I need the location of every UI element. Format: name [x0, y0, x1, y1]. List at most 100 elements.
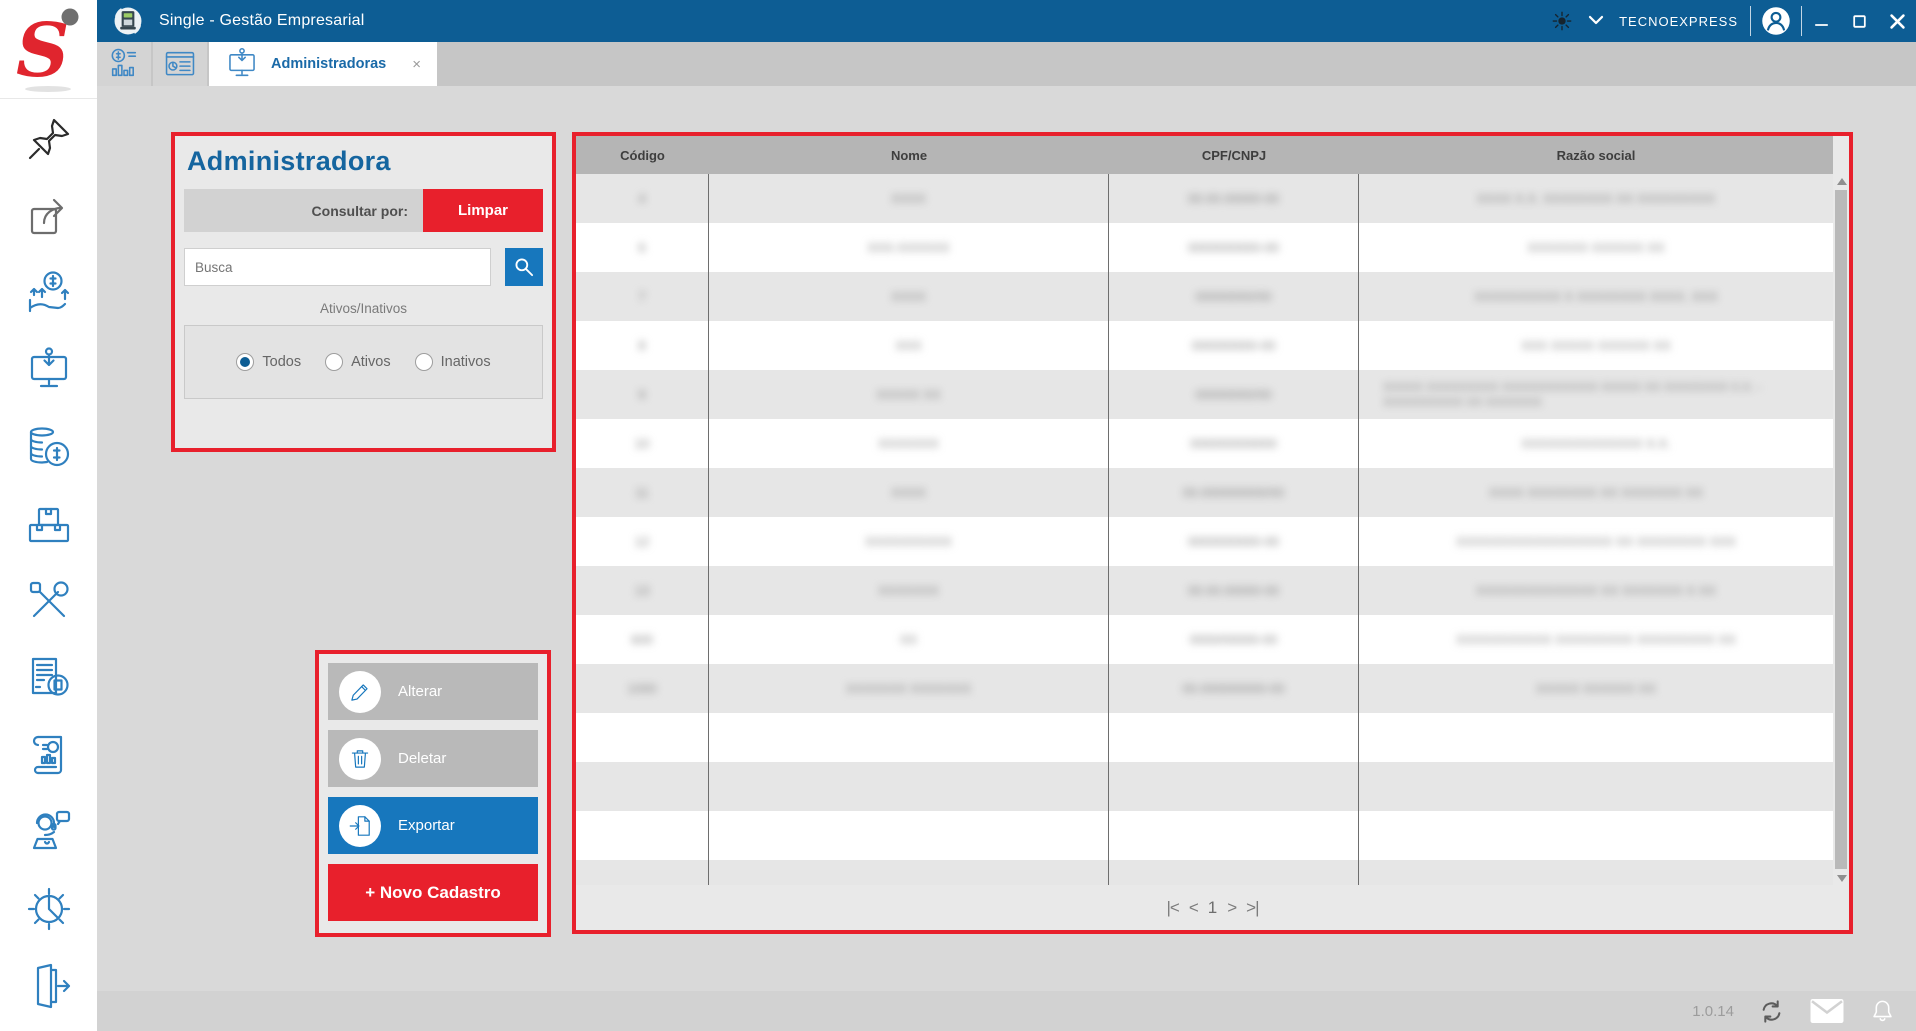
- app-version: 1.0.14: [1692, 1003, 1734, 1020]
- tab-bar: Administradoras ×: [97, 42, 1916, 86]
- invoice-icon: [25, 654, 73, 702]
- radio-label: Inativos: [441, 354, 491, 370]
- deletar-button[interactable]: Deletar: [328, 730, 538, 787]
- current-page-button[interactable]: 1: [1208, 898, 1217, 918]
- tab-coin-chart[interactable]: [97, 42, 151, 86]
- table-row[interactable]: 6 XXX-XXXXXX 0000000000-00 XXXXXXX XXXXX…: [576, 223, 1833, 272]
- novo-cadastro-button[interactable]: + Novo Cadastro: [328, 864, 538, 921]
- chevron-down-icon[interactable]: [1587, 14, 1605, 28]
- table-row[interactable]: 10 XXXXXXX 000000000000 XXXXXXXXXXXXXX X…: [576, 419, 1833, 468]
- scroll-down-icon[interactable]: [1834, 871, 1849, 885]
- radio-dot: [325, 353, 343, 371]
- column-header: Nome: [709, 136, 1109, 174]
- empty-row: [576, 811, 1833, 860]
- sidebar-item-gear-pie[interactable]: [25, 885, 73, 933]
- radio-dot: [236, 353, 254, 371]
- minimize-button[interactable]: [1802, 0, 1840, 42]
- empty-row: [576, 860, 1833, 885]
- table-row[interactable]: 600 XX 0000/00000-00 XXXXXXXXXXX XXXXXXX…: [576, 615, 1833, 664]
- table-row[interactable]: 9 XXXXX XX 00000000/00 XXXXX XXXXXXXXX X…: [576, 370, 1833, 419]
- table-scrollbar[interactable]: [1834, 174, 1849, 885]
- user-avatar[interactable]: [1761, 6, 1791, 36]
- app-icon: [111, 4, 145, 38]
- svg-text:S: S: [16, 8, 69, 94]
- monitor-user-icon: [25, 346, 73, 394]
- next-page-button[interactable]: >: [1227, 898, 1236, 918]
- sidebar-item-monitor-user[interactable]: [25, 346, 73, 394]
- table-row[interactable]: 7 XXXX 00000000/00 XXXXXXXXXX X XXXXXXXX…: [576, 272, 1833, 321]
- sidebar-item-money-hand[interactable]: [25, 269, 73, 317]
- consult-bar: Consultar por: Limpar: [184, 189, 543, 232]
- tab-label: Administradoras: [271, 56, 386, 72]
- radio-label: Todos: [262, 354, 301, 370]
- company-name: TECNOEXPRESS: [1619, 14, 1738, 29]
- page-title: Administradora: [187, 146, 543, 177]
- gear-pie-icon: [25, 885, 73, 933]
- theme-sun-icon[interactable]: [1551, 10, 1573, 32]
- table-row[interactable]: 13 XXXXXXX 00.00.00000-00 XXXXXXXXXXXXXX…: [576, 566, 1833, 615]
- support-icon: [25, 808, 73, 856]
- search-icon: [511, 254, 537, 280]
- refresh-icon[interactable]: [1758, 998, 1785, 1025]
- exportar-button[interactable]: Exportar: [328, 797, 538, 854]
- mail-icon[interactable]: [1809, 996, 1845, 1026]
- prev-page-button[interactable]: <: [1189, 898, 1198, 918]
- actions-panel: Alterar Deletar Exportar + Novo Cadastro: [315, 650, 551, 937]
- table-row[interactable]: 4 XXXX 00.00.00000-00 XXXX X.X. XXXXXXXX…: [576, 174, 1833, 223]
- action-label: Deletar: [398, 750, 446, 767]
- monitor-user-icon: [225, 47, 259, 81]
- empty-row: [576, 713, 1833, 762]
- trash-icon: [339, 738, 381, 780]
- limpar-button[interactable]: Limpar: [423, 189, 543, 232]
- coin-chart-icon: [107, 47, 141, 81]
- logout-icon: [25, 962, 73, 1010]
- pagination: |< <1 > >|: [576, 885, 1849, 930]
- list-card-icon: [163, 47, 197, 81]
- sidebar-item-support[interactable]: [25, 808, 73, 856]
- sidebar-item-report[interactable]: [25, 731, 73, 779]
- radio-todos[interactable]: Todos: [236, 353, 301, 371]
- status-group-label: Ativos/Inativos: [184, 301, 543, 316]
- first-page-button[interactable]: |<: [1166, 898, 1178, 918]
- share-icon: [25, 192, 73, 240]
- tools-icon: [25, 577, 73, 625]
- close-button[interactable]: [1878, 0, 1916, 42]
- tab-active[interactable]: Administradoras ×: [209, 42, 437, 86]
- bell-icon[interactable]: [1869, 998, 1896, 1025]
- sidebar-item-share[interactable]: [25, 192, 73, 240]
- column-header: CPF/CNPJ: [1109, 136, 1359, 174]
- single-logo: S: [0, 0, 97, 99]
- tab-list-card[interactable]: [153, 42, 207, 86]
- titlebar-divider: [1750, 6, 1751, 36]
- sidebar-item-pin[interactable]: [25, 115, 73, 163]
- app-window: Single - Gestão Empresarial TECNOEXPRESS: [0, 0, 1916, 1031]
- footer-bar: 1.0.14: [97, 991, 1916, 1031]
- sidebar-item-coins[interactable]: [25, 423, 73, 471]
- scroll-up-icon[interactable]: [1834, 174, 1849, 188]
- sidebar-item-tools[interactable]: [25, 577, 73, 625]
- tab-close-icon[interactable]: ×: [412, 56, 421, 73]
- money-hand-icon: [25, 269, 73, 317]
- title-bar: Single - Gestão Empresarial TECNOEXPRESS: [97, 0, 1916, 42]
- filter-panel: Administradora Consultar por: Limpar Ati…: [171, 132, 556, 452]
- radio-inativos[interactable]: Inativos: [415, 353, 491, 371]
- scrollbar-thumb[interactable]: [1835, 190, 1847, 869]
- pin-icon: [25, 115, 73, 163]
- table-row[interactable]: 11 XXXX 00.000000000/00 XXXX XXXXXXXX XX…: [576, 468, 1833, 517]
- table-row[interactable]: 8 XXX 000000000-00 XXX XXXXX XXXXXX XX: [576, 321, 1833, 370]
- action-label: Exportar: [398, 817, 455, 834]
- table-body: 4 XXXX 00.00.00000-00 XXXX X.X. XXXXXXXX…: [576, 174, 1833, 885]
- status-radio-group: Todos Ativos Inativos: [184, 325, 543, 399]
- sidebar-item-logout[interactable]: [25, 962, 73, 1010]
- maximize-button[interactable]: [1840, 0, 1878, 42]
- search-input[interactable]: [184, 248, 491, 286]
- radio-ativos[interactable]: Ativos: [325, 353, 391, 371]
- alterar-button[interactable]: Alterar: [328, 663, 538, 720]
- report-icon: [25, 731, 73, 779]
- table-row[interactable]: 1000 XXXXXXX XXXXXXX 00.000000000-00 XXX…: [576, 664, 1833, 713]
- last-page-button[interactable]: >|: [1246, 898, 1258, 918]
- search-button[interactable]: [505, 248, 543, 286]
- sidebar-item-invoice[interactable]: [25, 654, 73, 702]
- table-row[interactable]: 12 XXXXXXXXXX 0000000000-00 XXXXXXXXXXXX…: [576, 517, 1833, 566]
- sidebar-item-boxes[interactable]: [25, 500, 73, 548]
